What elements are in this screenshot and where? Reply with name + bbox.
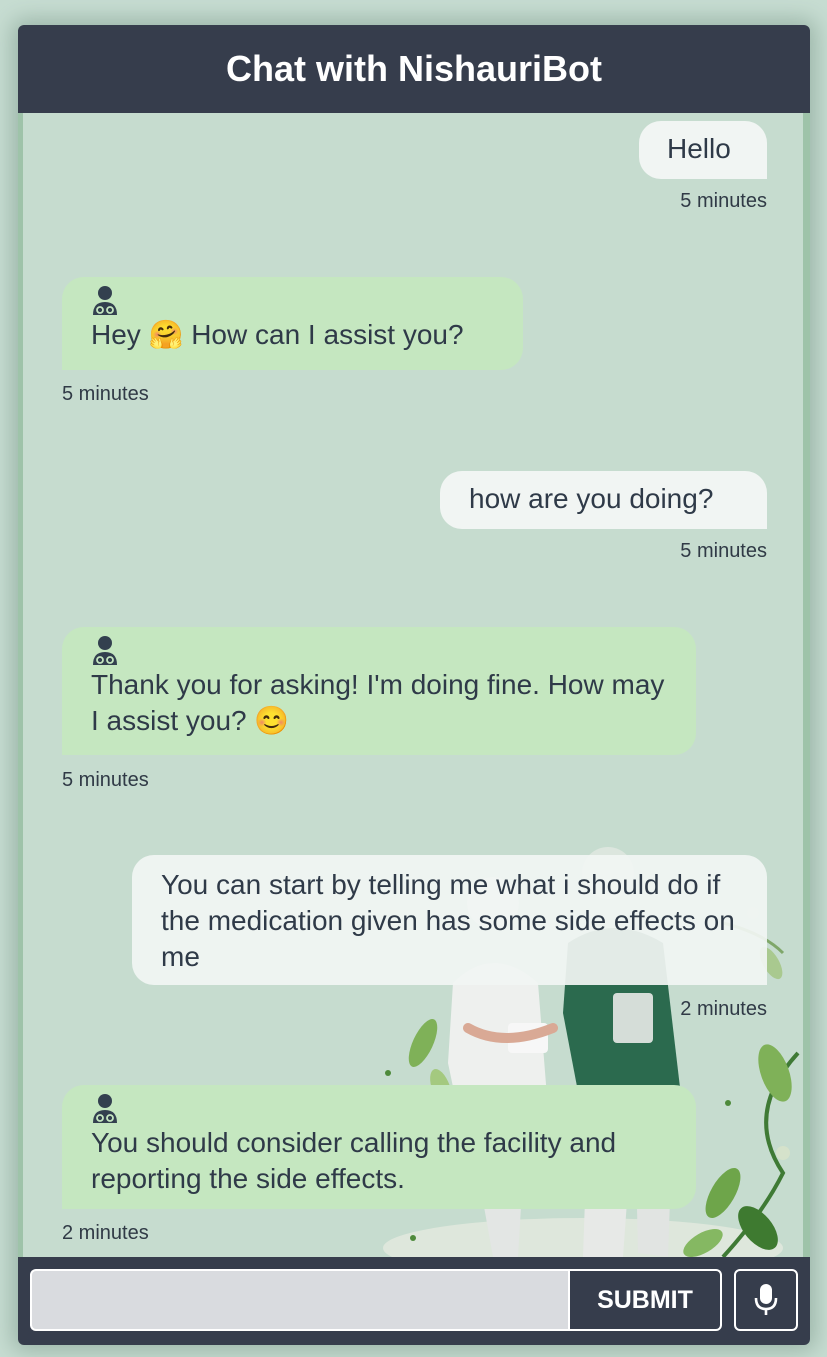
bot-message: You should consider calling the facility…	[62, 1085, 696, 1209]
message-timestamp: 5 minutes	[680, 190, 767, 212]
message-text: Hello	[667, 133, 731, 164]
message-timestamp: 5 minutes	[62, 383, 149, 405]
message-text: how are you doing?	[469, 483, 714, 514]
user-message: You can start by telling me what i shoul…	[132, 855, 767, 985]
message-timestamp: 5 minutes	[680, 540, 767, 562]
message-timestamp: 2 minutes	[62, 1222, 149, 1244]
microphone-icon	[754, 1284, 778, 1315]
doctor-icon	[93, 636, 117, 665]
message-timestamp: 5 minutes	[62, 769, 149, 791]
message-text: Hey 🤗 How can I assist you?	[91, 319, 464, 350]
user-message: Hello	[639, 121, 767, 179]
doctor-icon	[93, 1094, 117, 1123]
message-text: You can start by telling me what i shoul…	[161, 869, 735, 972]
composer-bar: SUBMIT	[18, 1257, 810, 1345]
doctor-icon	[93, 286, 117, 315]
message-list[interactable]: Hello 5 minutes Hey 🤗 How can I assist y…	[18, 113, 810, 1257]
submit-label: SUBMIT	[597, 1285, 693, 1314]
user-message: how are you doing?	[440, 471, 767, 529]
message-text: Thank you for asking! I'm doing fine. Ho…	[91, 669, 665, 736]
chat-title: Chat with NishauriBot	[226, 48, 602, 89]
message-text: You should consider calling the facility…	[91, 1127, 617, 1194]
bot-message: Thank you for asking! I'm doing fine. Ho…	[62, 627, 696, 755]
chat-window: Chat with NishauriBot Hello 5 minutes He…	[18, 25, 810, 1345]
bot-message: Hey 🤗 How can I assist you?	[62, 277, 523, 370]
chat-header: Chat with NishauriBot	[18, 25, 810, 113]
microphone-button[interactable]	[734, 1269, 798, 1331]
message-input[interactable]	[30, 1269, 568, 1331]
message-timestamp: 2 minutes	[680, 998, 767, 1020]
submit-button[interactable]: SUBMIT	[568, 1269, 722, 1331]
